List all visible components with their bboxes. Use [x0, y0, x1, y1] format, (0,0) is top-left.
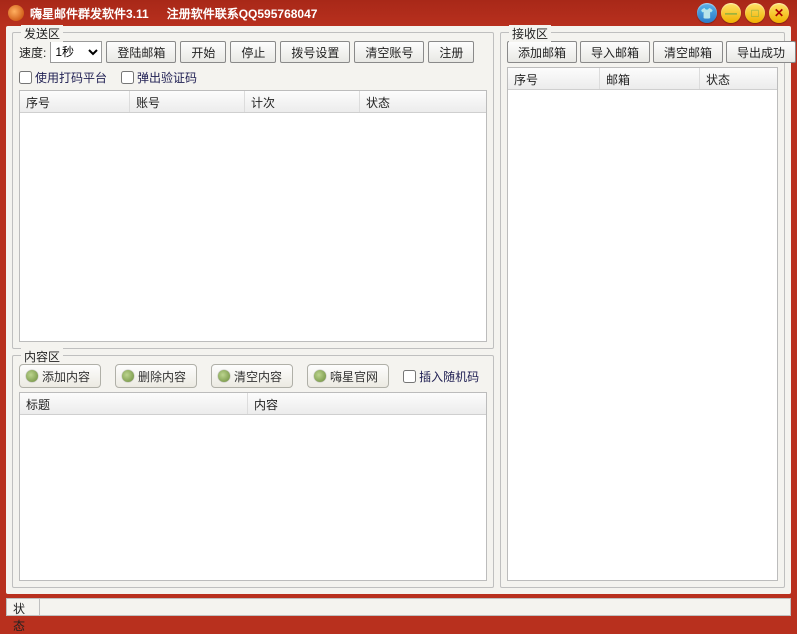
content-col-body[interactable]: 内容	[248, 393, 486, 414]
speed-label: 速度:	[19, 44, 46, 61]
receive-table-body[interactable]	[508, 90, 777, 580]
receive-table: 序号 邮箱 状态	[507, 67, 778, 581]
content-table: 标题 内容	[19, 392, 487, 581]
send-col-status[interactable]: 状态	[360, 91, 486, 112]
content-legend: 内容区	[21, 348, 63, 365]
app-icon	[8, 5, 24, 21]
send-table: 序号 账号 计次 状态	[19, 90, 487, 342]
export-success-button[interactable]: 导出成功	[726, 41, 796, 63]
content-table-header: 标题 内容	[20, 393, 486, 415]
delete-content-button[interactable]: 删除内容	[115, 364, 197, 388]
clear-mailbox-button[interactable]: 清空邮箱	[653, 41, 723, 63]
receive-group: 接收区 添加邮箱 导入邮箱 清空邮箱 导出成功 0 序号 邮箱 状态	[500, 32, 785, 588]
use-dama-checkbox[interactable]	[19, 71, 32, 84]
clear-content-button[interactable]: 清空内容	[211, 364, 293, 388]
send-col-index[interactable]: 序号	[20, 91, 130, 112]
recv-col-index[interactable]: 序号	[508, 68, 600, 89]
insert-random-check[interactable]: 插入随机码	[403, 368, 479, 385]
content-table-body[interactable]	[20, 415, 486, 580]
app-title: 嗨星邮件群发软件3.11	[30, 5, 149, 22]
clear-accounts-button[interactable]: 清空账号	[354, 41, 424, 63]
receive-table-header: 序号 邮箱 状态	[508, 68, 777, 90]
receive-legend: 接收区	[509, 25, 551, 42]
send-legend: 发送区	[21, 25, 63, 42]
status-label: 状态	[6, 598, 40, 616]
app-window: 嗨星邮件群发软件3.11 注册软件联系QQ595768047 👕 — □ ✕ 发…	[0, 0, 797, 622]
add-content-button[interactable]: 添加内容	[19, 364, 101, 388]
speed-select[interactable]: 1秒	[50, 41, 102, 63]
recv-col-mailbox[interactable]: 邮箱	[600, 68, 700, 89]
add-mailbox-button[interactable]: 添加邮箱	[507, 41, 577, 63]
app-subtitle: 注册软件联系QQ595768047	[167, 5, 318, 22]
login-mailbox-button[interactable]: 登陆邮箱	[106, 41, 176, 63]
send-table-header: 序号 账号 计次 状态	[20, 91, 486, 113]
recv-col-status[interactable]: 状态	[700, 68, 777, 89]
use-dama-check[interactable]: 使用打码平台	[19, 69, 107, 86]
popup-captcha-checkbox[interactable]	[121, 71, 134, 84]
close-button[interactable]: ✕	[769, 3, 789, 23]
content-col-title[interactable]: 标题	[20, 393, 248, 414]
send-col-count[interactable]: 计次	[245, 91, 360, 112]
status-bar: 状态	[6, 598, 791, 616]
stop-button[interactable]: 停止	[230, 41, 276, 63]
official-site-button[interactable]: 嗨星官网	[307, 364, 389, 388]
send-group: 发送区 速度: 1秒 登陆邮箱 开始 停止 拨号设置 清空账号 注册	[12, 32, 494, 349]
dial-settings-button[interactable]: 拨号设置	[280, 41, 350, 63]
import-mailbox-button[interactable]: 导入邮箱	[580, 41, 650, 63]
skin-button[interactable]: 👕	[697, 3, 717, 23]
minimize-button[interactable]: —	[721, 3, 741, 23]
status-content	[40, 598, 791, 616]
send-col-account[interactable]: 账号	[130, 91, 245, 112]
maximize-button[interactable]: □	[745, 3, 765, 23]
content-group: 内容区 添加内容 删除内容 清空内容 嗨星官网 插入随机码 标题 内容	[12, 355, 494, 588]
send-table-body[interactable]	[20, 113, 486, 341]
popup-captcha-check[interactable]: 弹出验证码	[121, 69, 197, 86]
start-button[interactable]: 开始	[180, 41, 226, 63]
client-area: 发送区 速度: 1秒 登陆邮箱 开始 停止 拨号设置 清空账号 注册	[6, 26, 791, 594]
register-button[interactable]: 注册	[428, 41, 474, 63]
title-bar[interactable]: 嗨星邮件群发软件3.11 注册软件联系QQ595768047 👕 — □ ✕	[0, 0, 797, 26]
insert-random-checkbox[interactable]	[403, 370, 416, 383]
